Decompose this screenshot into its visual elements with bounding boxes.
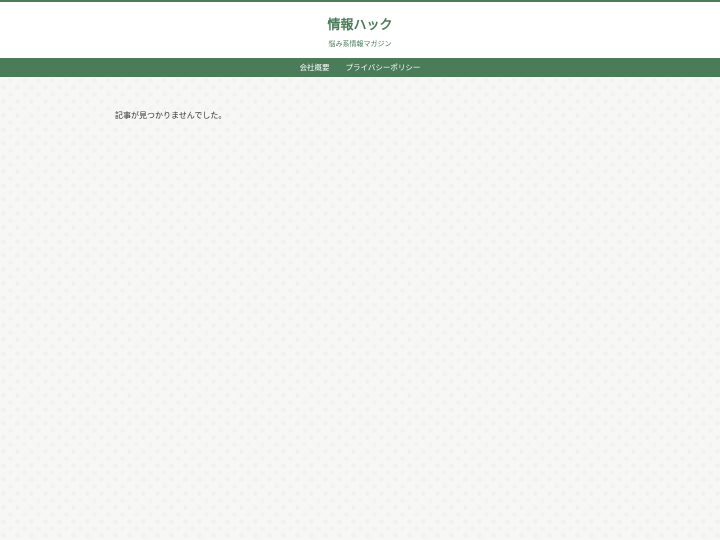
site-tagline: 悩み系情報マガジン [328, 40, 392, 48]
site-header: 情報ハック 悩み系情報マガジン [0, 2, 720, 58]
global-nav: 会社概要 プライバシーポリシー [0, 58, 720, 77]
site-title[interactable]: 情報ハック [0, 14, 720, 33]
nav-item-company-overview[interactable]: 会社概要 [300, 62, 330, 73]
no-articles-message: 記事が見つかりませんでした。 [115, 111, 227, 120]
main-content: 記事が見つかりませんでした。 [115, 110, 226, 121]
nav-item-privacy-policy[interactable]: プライバシーポリシー [346, 62, 421, 73]
